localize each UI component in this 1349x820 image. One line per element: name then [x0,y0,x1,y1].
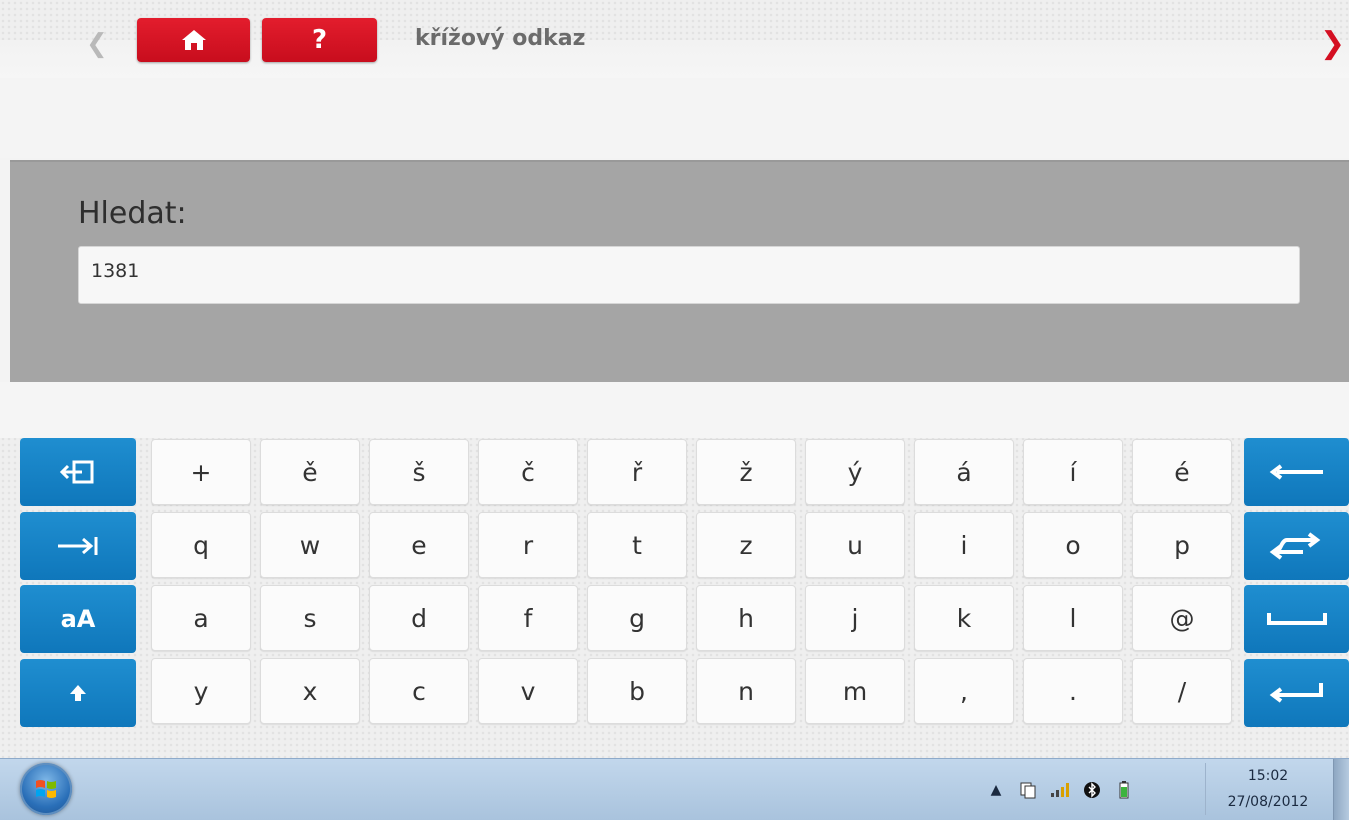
key[interactable]: / [1132,658,1232,724]
exit-icon [59,460,94,484]
battery-icon[interactable] [1113,779,1135,801]
help-button[interactable]: ? [262,18,377,62]
key[interactable]: w [260,512,360,578]
key[interactable]: z [696,512,796,578]
key[interactable]: š [369,439,469,505]
home-button[interactable] [137,18,250,62]
key[interactable]: h [696,585,796,651]
key[interactable]: y [151,658,251,724]
system-tray: ▲ [985,759,1135,820]
start-button[interactable] [20,763,72,815]
key[interactable]: i [914,512,1014,578]
key[interactable]: č [478,439,578,505]
clock-date: 27/08/2012 [1227,794,1309,810]
show-desktop-button[interactable] [1333,759,1349,820]
key[interactable]: ř [587,439,687,505]
taskbar: ▲ 15:02 27/08/2012 [0,758,1349,820]
backspace-key[interactable] [1244,438,1349,506]
key[interactable]: u [805,512,905,578]
key[interactable]: t [587,512,687,578]
clock-time: 15:02 [1247,768,1289,784]
bluetooth-icon[interactable] [1081,779,1103,801]
key[interactable]: g [587,585,687,651]
on-screen-keyboard: aA + ě š č ř ž ý á í é q w e r t z u i o… [0,382,1349,758]
backspace-icon [1269,464,1323,480]
key[interactable]: ž [696,439,796,505]
key[interactable]: á [914,439,1014,505]
chevron-right-icon[interactable]: ❯ [1320,24,1345,64]
key[interactable]: . [1023,658,1123,724]
key[interactable]: j [805,585,905,651]
clock[interactable]: 15:02 27/08/2012 [1205,763,1330,815]
key[interactable]: n [696,658,796,724]
key[interactable]: p [1132,512,1232,578]
swap-icon [1269,532,1320,560]
search-input[interactable]: 1381 [78,246,1300,304]
key[interactable]: é [1132,439,1232,505]
key[interactable]: ě [260,439,360,505]
chevron-left-icon[interactable]: ❮ [86,24,108,64]
key[interactable]: b [587,658,687,724]
key[interactable]: , [914,658,1014,724]
keyboard-spacer [0,382,1349,438]
key[interactable]: f [478,585,578,651]
exit-key[interactable] [20,438,136,506]
tab-icon [58,537,98,555]
content-spacer [0,78,1349,158]
key[interactable]: m [805,658,905,724]
key[interactable]: l [1023,585,1123,651]
shift-icon [70,685,86,701]
key[interactable]: e [369,512,469,578]
space-icon [1266,613,1327,625]
windows-logo-icon [36,780,56,798]
case-toggle-key[interactable]: aA [20,585,136,653]
key[interactable]: ý [805,439,905,505]
tab-key[interactable] [20,512,136,580]
home-icon [181,30,206,50]
key[interactable]: s [260,585,360,651]
enter-key[interactable] [1244,659,1349,727]
search-panel: Hledat: 1381 [10,160,1349,384]
key[interactable]: r [478,512,578,578]
top-bar: ❮ ? křížový odkaz ❯ [0,0,1349,80]
key[interactable]: a [151,585,251,651]
swap-key[interactable] [1244,512,1349,580]
key[interactable]: q [151,512,251,578]
key[interactable]: í [1023,439,1123,505]
key[interactable]: @ [1132,585,1232,651]
search-label: Hledat: [78,196,187,231]
key[interactable]: o [1023,512,1123,578]
signal-icon[interactable] [1049,779,1071,801]
key[interactable]: x [260,658,360,724]
show-hidden-icon[interactable]: ▲ [985,779,1007,801]
enter-icon [1269,683,1323,703]
page-title: křížový odkaz [415,26,586,51]
network-icon[interactable] [1017,779,1039,801]
space-key[interactable] [1244,585,1349,653]
key[interactable]: k [914,585,1014,651]
shift-key[interactable] [20,659,136,727]
key[interactable]: d [369,585,469,651]
key[interactable]: v [478,658,578,724]
key[interactable]: + [151,439,251,505]
key[interactable]: c [369,658,469,724]
